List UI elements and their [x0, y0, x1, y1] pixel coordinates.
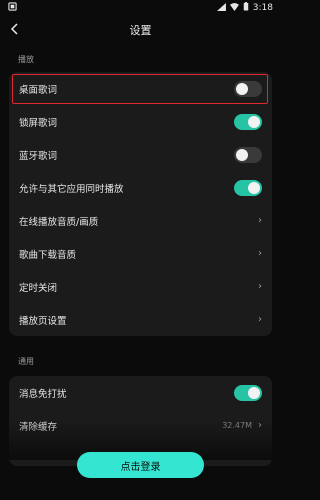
battery-icon [243, 2, 249, 14]
setting-label: 定时关闭 [19, 282, 58, 294]
status-bar: 3:18 [0, 0, 281, 16]
chevron-right-icon: › [258, 215, 262, 226]
chevron-right-icon: › [258, 420, 262, 431]
lockscreen-lyrics-toggle[interactable] [234, 113, 262, 130]
section-header-playback: 播放 [18, 55, 34, 64]
setting-label: 播放页设置 [19, 315, 67, 327]
section-header-general: 通用 [18, 357, 34, 366]
playback-settings-card: 桌面歌词 锁屏歌词 蓝牙歌词 允许与其它应用同时播放 在线播放音质/画质 › 歌… [9, 72, 272, 336]
setting-row-sleep-timer[interactable]: 定时关闭 › [9, 270, 272, 303]
notification-icon [8, 2, 17, 14]
toggle-knob [236, 82, 248, 95]
mix-playback-toggle[interactable] [234, 179, 262, 196]
setting-label: 锁屏歌词 [19, 117, 58, 129]
chevron-right-icon: › [258, 314, 262, 325]
setting-row-desktop-lyrics[interactable]: 桌面歌词 [9, 72, 272, 105]
setting-label: 桌面歌词 [19, 84, 58, 96]
status-time: 3:18 [252, 3, 273, 13]
signal-icon [216, 2, 226, 14]
bluetooth-lyrics-toggle[interactable] [234, 146, 262, 163]
toggle-knob [248, 181, 260, 194]
setting-row-clear-cache[interactable]: 清除缓存 32.47M › [9, 409, 272, 442]
do-not-disturb-toggle[interactable] [234, 384, 262, 401]
setting-label: 允许与其它应用同时播放 [19, 183, 124, 195]
chevron-right-icon: › [258, 248, 262, 259]
desktop-lyrics-toggle[interactable] [234, 80, 262, 97]
setting-label: 在线播放音质/画质 [19, 216, 99, 228]
setting-row-online-quality[interactable]: 在线播放音质/画质 › [9, 204, 272, 237]
wifi-icon [229, 2, 239, 14]
setting-label: 消息免打扰 [19, 388, 67, 400]
setting-row-do-not-disturb[interactable]: 消息免打扰 [9, 376, 272, 409]
cache-size: 32.47M [222, 421, 252, 430]
page-title: 设置 [129, 24, 152, 37]
setting-label: 蓝牙歌词 [19, 150, 58, 162]
chevron-right-icon: › [258, 281, 262, 292]
setting-row-download-quality[interactable]: 歌曲下载音质 › [9, 237, 272, 270]
back-button[interactable] [6, 20, 24, 38]
toggle-knob [248, 115, 260, 128]
toggle-knob [248, 386, 260, 399]
nav-bar: 设置 [0, 16, 281, 44]
login-button[interactable]: 点击登录 [77, 452, 204, 478]
setting-label: 歌曲下载音质 [19, 249, 77, 261]
setting-row-mix-playback[interactable]: 允许与其它应用同时播放 [9, 171, 272, 204]
setting-label: 清除缓存 [19, 421, 58, 433]
toggle-knob [236, 148, 248, 161]
setting-row-lockscreen-lyrics[interactable]: 锁屏歌词 [9, 105, 272, 138]
setting-row-bluetooth-lyrics[interactable]: 蓝牙歌词 [9, 138, 272, 171]
setting-row-player-page[interactable]: 播放页设置 › [9, 303, 272, 336]
back-arrow-icon [10, 20, 20, 39]
